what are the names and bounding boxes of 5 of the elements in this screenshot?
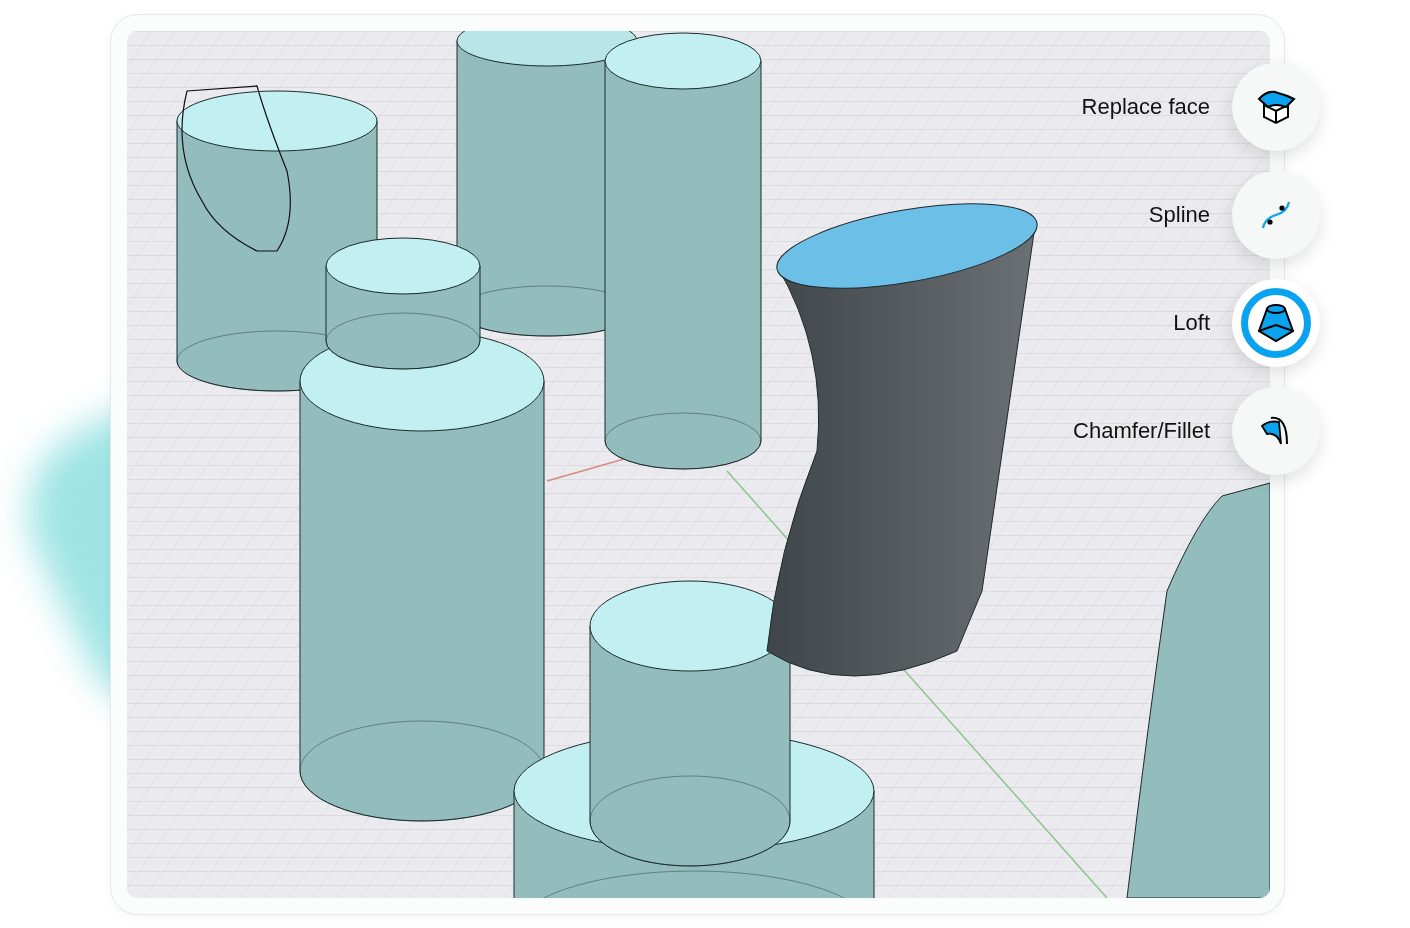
- loft-shape-icon: [1256, 301, 1296, 345]
- tool-label: Chamfer/Fillet: [1073, 418, 1210, 444]
- tool-label: Loft: [1173, 310, 1210, 336]
- tool-label: Spline: [1148, 202, 1210, 228]
- tool-label: Replace face: [1081, 94, 1210, 120]
